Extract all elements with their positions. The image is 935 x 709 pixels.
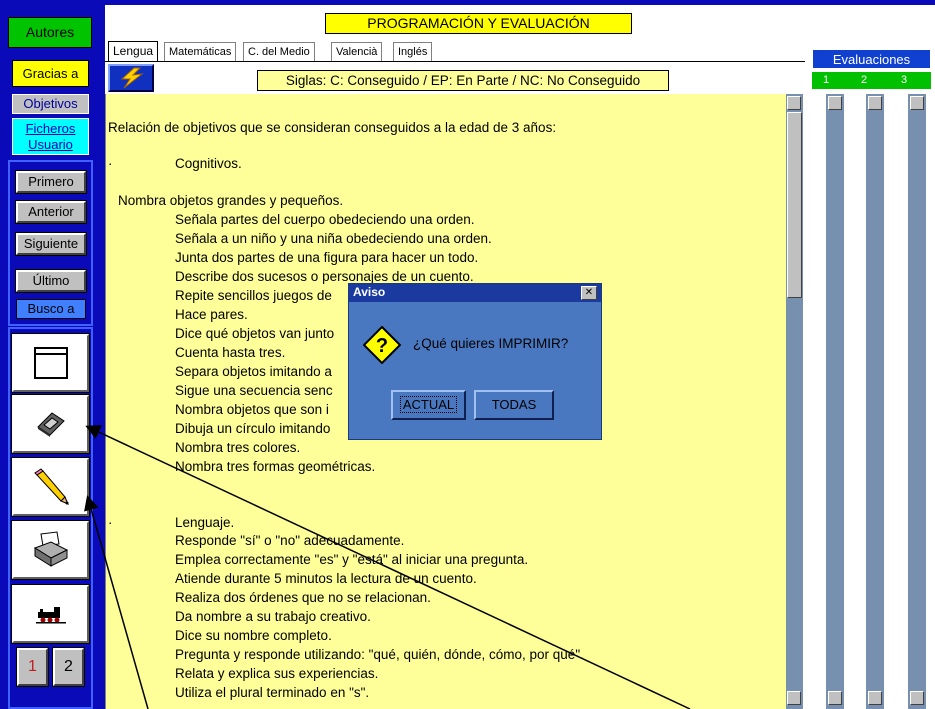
objective-item: Responde "sí" o "no" adecuadamente. <box>175 533 405 548</box>
right-frame <box>927 94 935 709</box>
dialog-titlebar: Aviso ✕ <box>349 284 601 302</box>
eval-column-2-scrollbar[interactable] <box>866 94 884 709</box>
objective-item: Atiende durante 5 minutos la lectura de … <box>175 571 477 586</box>
page-1-button[interactable]: 1 <box>16 647 49 687</box>
eval-column-1[interactable] <box>808 94 826 709</box>
scroll-down-button[interactable] <box>910 691 924 705</box>
scroll-down-button[interactable] <box>828 691 842 705</box>
tab-strip-line <box>105 61 805 62</box>
tab-matematicas[interactable]: Matemáticas <box>164 42 237 61</box>
objective-item: Nombra objetos grandes y pequeños. <box>118 193 344 208</box>
scroll-down-button[interactable] <box>787 691 801 705</box>
print-button[interactable] <box>11 520 90 580</box>
svg-text:?: ? <box>376 335 388 357</box>
scroll-up-button[interactable] <box>868 96 882 110</box>
busco-button[interactable]: Busco a <box>16 299 86 319</box>
objective-item: Señala partes del cuerpo obedeciendo una… <box>175 212 475 227</box>
objective-item: Dibuja un círculo imitando <box>175 421 331 436</box>
eval-column-3-scrollbar[interactable] <box>908 94 926 709</box>
train-button[interactable] <box>11 584 90 644</box>
window-icon <box>33 347 68 379</box>
question-icon: ? <box>363 326 401 364</box>
page-title: PROGRAMACIÓN Y EVALUACIÓN <box>325 13 632 34</box>
eval-number-2: 2 <box>861 74 868 86</box>
page-2-button[interactable]: 2 <box>52 647 85 687</box>
ultimo-button[interactable]: Último <box>15 269 87 293</box>
save-button[interactable] <box>11 394 90 454</box>
objective-item: Pregunta y responde utilizando: "qué, qu… <box>175 647 584 662</box>
dialog-title: Aviso <box>353 285 386 299</box>
eval-number-1: 1 <box>823 74 830 86</box>
section-lenguaje: Lenguaje. <box>175 515 235 530</box>
tab-c-del-medio[interactable]: C. del Medio <box>243 42 315 61</box>
eval-number-3: 3 <box>901 74 908 86</box>
eval-column-1-scrollbar[interactable] <box>826 94 844 709</box>
lightning-button[interactable] <box>108 64 154 92</box>
top-frame <box>100 0 935 5</box>
autores-button[interactable]: Autores <box>8 17 92 48</box>
aviso-dialog: Aviso ✕ ? ¿Qué quieres IMPRIMIR? ACTUAL … <box>348 283 602 440</box>
dialog-close-button[interactable]: ✕ <box>581 286 597 300</box>
objective-item: Cuenta hasta tres. <box>175 345 286 360</box>
usuario-label: Usuario <box>28 137 73 152</box>
objective-item: Nombra objetos que son i <box>175 402 329 417</box>
intro-text: Relación de objetivos que se consideran … <box>108 120 557 135</box>
tab-ingles[interactable]: Inglés <box>393 42 433 61</box>
scroll-up-button[interactable] <box>787 96 801 110</box>
eval-column-3[interactable] <box>890 94 908 709</box>
objetivos-button[interactable]: Objetivos <box>12 94 89 114</box>
objective-item: Emplea correctamente "es" y "está" al in… <box>175 552 529 567</box>
ficheros-label: Ficheros <box>25 121 76 136</box>
content-scrollbar[interactable] <box>786 94 803 709</box>
close-icon: ✕ <box>584 287 594 298</box>
actual-button[interactable]: ACTUAL <box>391 390 466 420</box>
printer-icon <box>33 531 68 567</box>
objective-item: Hace pares. <box>175 307 248 322</box>
lightning-icon <box>120 67 144 89</box>
objective-item: Utiliza el plural terminado en "s". <box>175 685 370 700</box>
window-button[interactable] <box>11 333 90 393</box>
edit-button[interactable] <box>11 457 90 517</box>
objective-item: Nombra tres formas geométricas. <box>175 459 376 474</box>
objective-item: Dice qué objetos van junto <box>175 326 335 341</box>
siglas-legend: Siglas: C: Conseguido / EP: En Parte / N… <box>257 70 669 91</box>
dialog-message: ¿Qué quieres IMPRIMIR? <box>413 336 569 351</box>
tab-lengua[interactable]: Lengua <box>108 41 159 62</box>
ficheros-usuario-button[interactable]: Ficheros Usuario <box>12 118 89 155</box>
objective-item: Relata y explica sus experiencias. <box>175 666 379 681</box>
scroll-thumb[interactable] <box>787 112 802 298</box>
objective-item: Nombra tres colores. <box>175 440 301 455</box>
gracias-button[interactable]: Gracias a <box>12 60 89 87</box>
todas-button[interactable]: TODAS <box>474 390 554 420</box>
scroll-up-button[interactable] <box>828 96 842 110</box>
objective-item: Dice su nombre completo. <box>175 628 332 643</box>
section-cognitivos: Cognitivos. <box>175 156 242 171</box>
train-icon <box>35 607 66 624</box>
objective-item: Describe dos sucesos o personajes de un … <box>175 269 474 284</box>
siguiente-button[interactable]: Siguiente <box>15 232 87 256</box>
objective-item: Da nombre a su trabajo creativo. <box>175 609 371 624</box>
primero-button[interactable]: Primero <box>15 170 87 194</box>
objective-item: Separa objetos imitando a <box>175 364 332 379</box>
anterior-button[interactable]: Anterior <box>15 200 87 224</box>
objective-item: Sigue una secuencia senc <box>175 383 333 398</box>
objective-item: Repite sencillos juegos de <box>175 288 332 303</box>
evaluaciones-numbers: 1 2 3 <box>812 72 931 89</box>
evaluaciones-header: Evaluaciones <box>812 49 931 69</box>
bullet: · <box>108 156 113 171</box>
scroll-up-button[interactable] <box>910 96 924 110</box>
scroll-down-button[interactable] <box>868 691 882 705</box>
pencil-icon <box>33 468 69 505</box>
objective-item: Señala a un niño y una niña obedeciendo … <box>175 231 492 246</box>
tab-valencia[interactable]: Valencià <box>331 42 383 61</box>
eval-column-2[interactable] <box>848 94 866 709</box>
floppy-disk-icon <box>36 412 65 437</box>
objective-item: Realiza dos órdenes que no se relacionan… <box>175 590 431 605</box>
objective-item: Junta dos partes de una figura para hace… <box>175 250 479 265</box>
bullet: · <box>108 515 113 530</box>
sidebar: Autores Gracias a Objetivos Ficheros Usu… <box>0 0 100 709</box>
